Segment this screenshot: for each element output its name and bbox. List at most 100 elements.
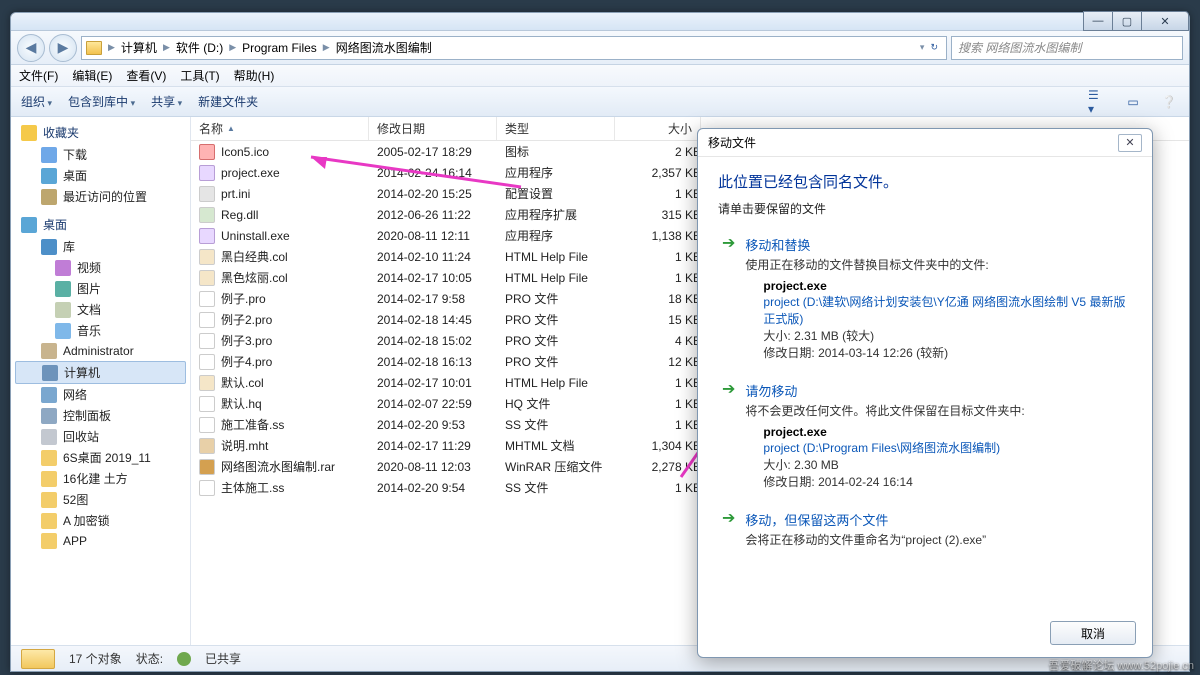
file-date: 2014-02-17 10:01	[377, 376, 505, 390]
file-type: HQ 文件	[505, 395, 623, 412]
file-icon	[199, 291, 215, 307]
back-button[interactable]: ◀	[17, 34, 45, 62]
chevron-right-icon: ▶	[108, 42, 115, 53]
chevron-right-icon: ▶	[229, 42, 236, 53]
share-button[interactable]: 共享	[151, 93, 182, 110]
forward-button[interactable]: ▶	[49, 34, 77, 62]
menu-help[interactable]: 帮助(H)	[234, 67, 275, 84]
file-date: 2014-02-10 11:24	[377, 250, 505, 264]
folder-icon	[41, 533, 57, 549]
status-state-label: 状态:	[136, 650, 163, 667]
file-icon	[199, 228, 215, 244]
sidebar-folder[interactable]: 16化建 土方	[11, 468, 190, 489]
sidebar-label: 下载	[63, 146, 87, 163]
chevron-down-icon[interactable]: ▾	[920, 42, 925, 53]
file-path: project (D:\建软\网络计划安装包\Y亿通 网络图流水图绘制 V5 最…	[763, 293, 1132, 327]
file-type: 图标	[505, 143, 623, 160]
sidebar-folder[interactable]: APP	[11, 531, 190, 551]
breadcrumb[interactable]: 计算机	[117, 37, 161, 59]
option-dont-move[interactable]: ➔ 请勿移动 将不会更改任何文件。将此文件保留在目标文件夹中: project.…	[718, 381, 1132, 500]
file-icon	[199, 165, 215, 181]
arrow-right-icon: ➔	[722, 235, 735, 371]
minimize-button[interactable]: —	[1083, 11, 1113, 31]
file-type: SS 文件	[505, 416, 623, 433]
file-type: 应用程序	[505, 164, 623, 181]
sidebar-desktop[interactable]: 桌面	[11, 165, 190, 186]
dialog-subtext: 请单击要保留的文件	[718, 200, 1132, 217]
new-folder-button[interactable]: 新建文件夹	[198, 93, 258, 110]
sidebar-downloads[interactable]: 下载	[11, 144, 190, 165]
sidebar-label: 控制面板	[63, 407, 111, 424]
sidebar-trash[interactable]: 回收站	[11, 426, 190, 447]
column-date[interactable]: 修改日期	[369, 117, 497, 140]
sidebar-music[interactable]: 音乐	[11, 320, 190, 341]
sidebar-computer[interactable]: 计算机	[15, 361, 186, 384]
dialog-close-button[interactable]: ✕	[1118, 134, 1142, 152]
breadcrumb[interactable]: 网络图流水图编制	[332, 37, 436, 59]
column-type[interactable]: 类型	[497, 117, 615, 140]
file-type: PRO 文件	[505, 311, 623, 328]
option-file-block: project.exe project (D:\建软\网络计划安装包\Y亿通 网…	[763, 279, 1132, 361]
file-path: project (D:\Program Files\网络图流水图编制)	[763, 439, 1132, 456]
sidebar-admin[interactable]: Administrator	[11, 341, 190, 361]
cancel-button[interactable]: 取消	[1050, 621, 1136, 645]
sidebar-control-panel[interactable]: 控制面板	[11, 405, 190, 426]
sidebar-label: 音乐	[77, 322, 101, 339]
sidebar-pictures[interactable]: 图片	[11, 278, 190, 299]
sidebar-folder[interactable]: A 加密锁	[11, 510, 190, 531]
refresh-icon[interactable]: ↻	[930, 42, 938, 53]
arrow-right-icon: ➔	[722, 510, 735, 554]
move-file-dialog: 移动文件 ✕ 此位置已经包含同名文件。 请单击要保留的文件 ➔ 移动和替换 使用…	[697, 128, 1153, 658]
file-icon	[199, 354, 215, 370]
file-name: 默认.col	[221, 374, 264, 391]
menu-tools[interactable]: 工具(T)	[180, 67, 219, 84]
file-name: prt.ini	[221, 187, 250, 201]
address-bar[interactable]: ▶ 计算机 ▶ 软件 (D:) ▶ Program Files ▶ 网络图流水图…	[81, 36, 947, 60]
pictures-icon	[55, 281, 71, 297]
sidebar-recent[interactable]: 最近访问的位置	[11, 186, 190, 207]
file-date: 2014-02-18 14:45	[377, 313, 505, 327]
file-name: Uninstall.exe	[221, 229, 290, 243]
menu-file[interactable]: 文件(F)	[19, 67, 58, 84]
menu-view[interactable]: 查看(V)	[126, 67, 166, 84]
file-icon	[199, 459, 215, 475]
column-name[interactable]: 名称▲	[191, 117, 369, 140]
option-keep-both[interactable]: ➔ 移动，但保留这两个文件 会将正在移动的文件重命名为“project (2).…	[718, 510, 1132, 554]
network-icon	[41, 387, 57, 403]
option-title: 移动和替换	[745, 235, 1132, 254]
breadcrumb[interactable]: 软件 (D:)	[172, 37, 227, 59]
search-input[interactable]: 搜索 网络图流水图编制	[951, 36, 1183, 60]
dialog-titlebar: 移动文件 ✕	[698, 129, 1152, 157]
file-name: 例子2.pro	[221, 311, 272, 328]
sidebar-documents[interactable]: 文档	[11, 299, 190, 320]
sidebar-video[interactable]: 视频	[11, 257, 190, 278]
column-size[interactable]: 大小	[615, 117, 701, 140]
dialog-heading: 此位置已经包含同名文件。	[718, 171, 1132, 192]
sidebar-desktop-header[interactable]: 桌面	[11, 213, 190, 236]
sidebar-favorites-header[interactable]: 收藏夹	[11, 121, 190, 144]
folder-icon	[41, 513, 57, 529]
include-button[interactable]: 包含到库中	[68, 93, 135, 110]
file-size: 大小: 2.30 MB	[763, 456, 1132, 473]
sidebar-folder[interactable]: 52图	[11, 489, 190, 510]
menu-edit[interactable]: 编辑(E)	[72, 67, 112, 84]
file-date: 修改日期: 2014-03-14 12:26 (较新)	[763, 344, 1132, 361]
preview-pane-icon[interactable]: ▭	[1123, 93, 1143, 111]
maximize-button[interactable]: ▢	[1112, 11, 1142, 31]
panel-icon	[41, 408, 57, 424]
view-mode-icon[interactable]: ☰ ▾	[1087, 93, 1107, 111]
breadcrumb[interactable]: Program Files	[238, 37, 321, 59]
file-date: 2014-02-17 10:05	[377, 271, 505, 285]
option-desc: 使用正在移动的文件替换目标文件夹中的文件:	[745, 256, 1132, 273]
sidebar-label: 52图	[63, 491, 88, 508]
document-icon	[55, 302, 71, 318]
help-icon[interactable]: ❔	[1159, 93, 1179, 111]
chevron-right-icon: ▶	[163, 42, 170, 53]
option-move-replace[interactable]: ➔ 移动和替换 使用正在移动的文件替换目标文件夹中的文件: project.ex…	[718, 235, 1132, 371]
status-count: 17 个对象	[69, 650, 122, 667]
sidebar-network[interactable]: 网络	[11, 384, 190, 405]
organize-button[interactable]: 组织	[21, 93, 52, 110]
sidebar-library[interactable]: 库	[11, 236, 190, 257]
sidebar-folder[interactable]: 6S桌面 2019_11	[11, 447, 190, 468]
close-button[interactable]: ✕	[1141, 11, 1189, 31]
